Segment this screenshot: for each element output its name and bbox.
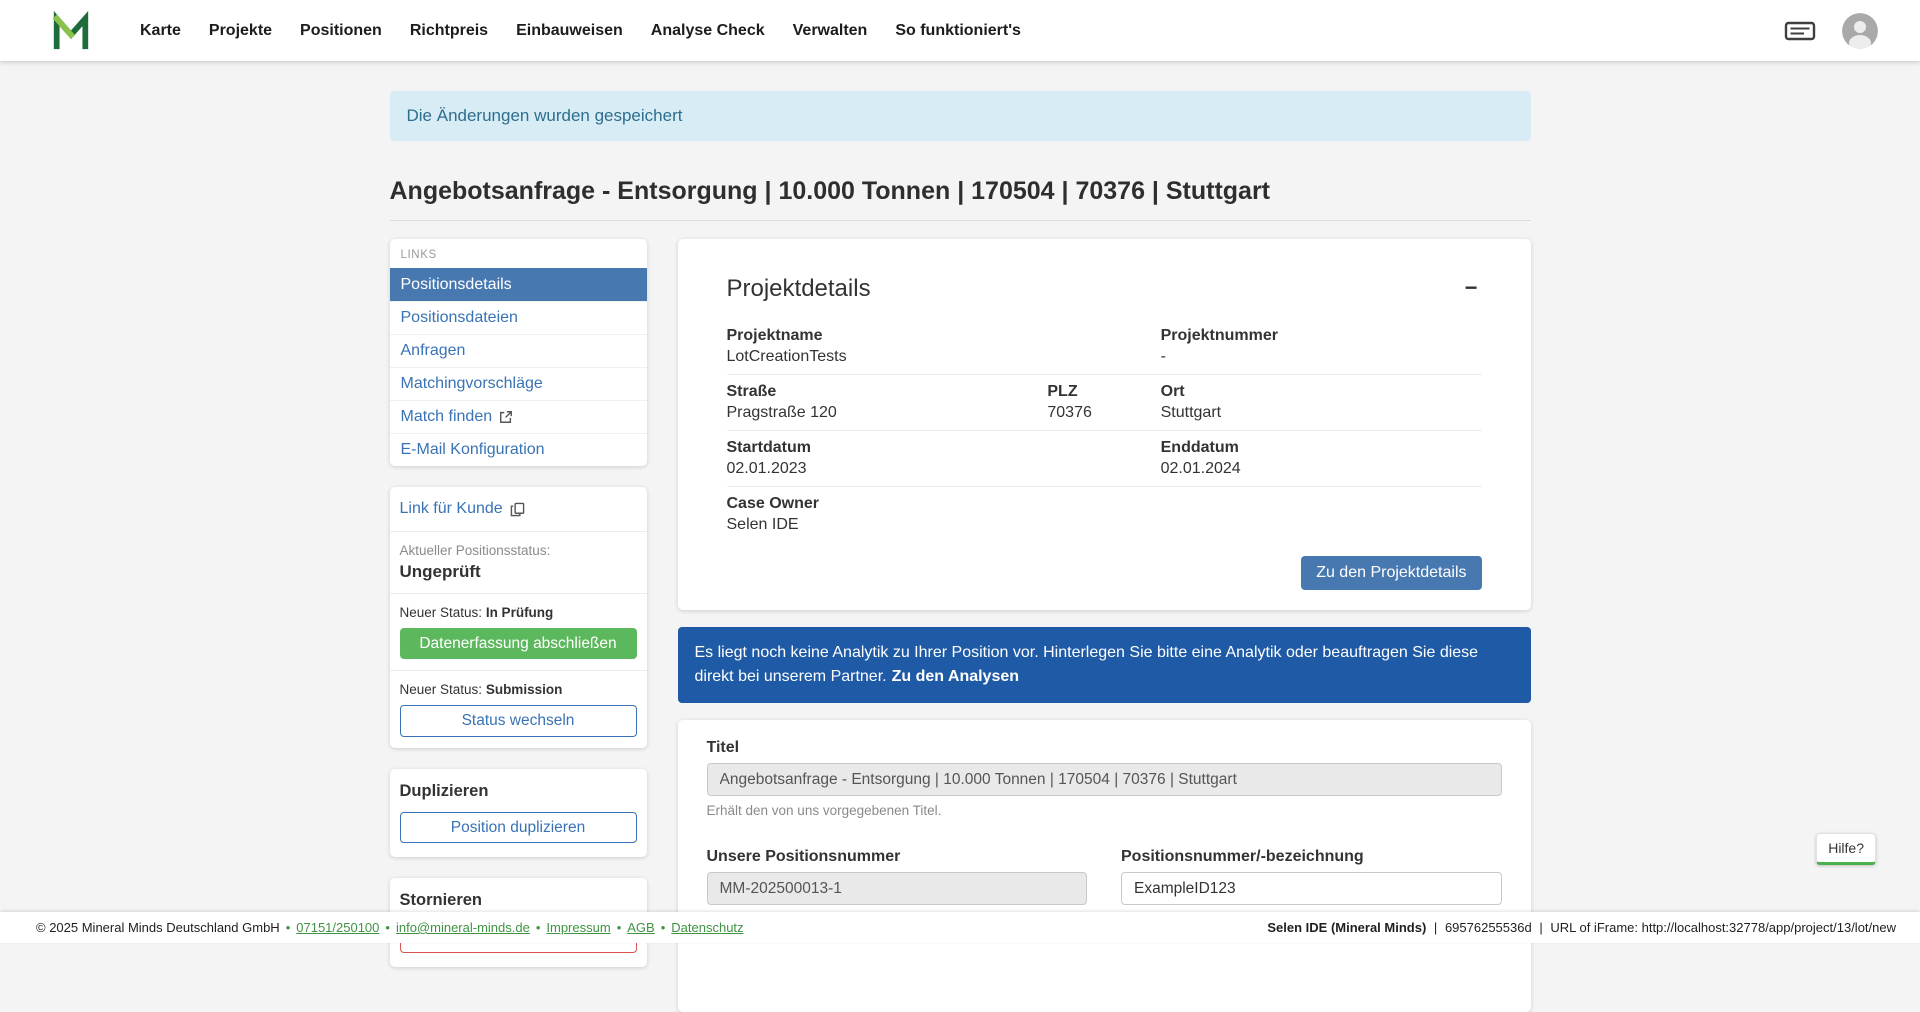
sidebar-links-card: LINKS Positionsdetails Positionsdateien … (390, 239, 647, 466)
title-help-text: Erhält den von uns vorgegebenen Titel. (707, 803, 1502, 818)
project-details-heading: Projektdetails (727, 275, 871, 303)
bullet-separator: • (661, 920, 666, 935)
project-row-2: Straße Pragstraße 120 PLZ 70376 Ort Stut… (727, 374, 1482, 430)
datenschutz-link[interactable]: Datenschutz (671, 920, 743, 935)
duplicate-position-button[interactable]: Position duplizieren (400, 812, 637, 843)
current-status-label: Aktueller Positionsstatus: (400, 543, 637, 558)
sidebar-item-label: Match finden (401, 408, 493, 426)
sidebar-item-positionsdetails[interactable]: Positionsdetails (390, 268, 647, 301)
links-heading: LINKS (390, 239, 647, 268)
field-enddatum: Enddatum 02.01.2024 (1161, 439, 1482, 478)
nav-item-einbauweisen[interactable]: Einbauweisen (502, 12, 637, 50)
email-link[interactable]: info@mineral-minds.de (396, 920, 530, 935)
go-to-project-details-button[interactable]: Zu den Projektdetails (1301, 556, 1481, 590)
position-number-label: Positionsnummer/-bezeichnung (1121, 848, 1502, 866)
sidebar-item-label: Anfragen (401, 342, 466, 360)
page-title: Angebotsanfrage - Entsorgung | 10.000 To… (390, 177, 1531, 221)
user-avatar[interactable] (1842, 13, 1878, 49)
project-details-card: Projektdetails − Projektname LotCreation… (678, 239, 1531, 610)
sidebar-item-label: Positionsdetails (401, 276, 512, 294)
project-row-1: Projektname LotCreationTests Projektnumm… (727, 319, 1482, 374)
field-case-owner: Case Owner Selen IDE (727, 495, 1482, 534)
save-success-alert: Die Änderungen wurden gespeichert (390, 91, 1531, 141)
main-nav: Karte Projekte Positionen Richtpreis Ein… (126, 12, 1035, 50)
footer-iframe-url: URL of iFrame: http://localhost:32778/ap… (1550, 920, 1896, 935)
footer-user: Selen IDE (Mineral Minds) (1267, 920, 1426, 935)
nav-item-karte[interactable]: Karte (126, 12, 195, 50)
help-button[interactable]: Hilfe? (1816, 833, 1876, 865)
nav-item-analyse-check[interactable]: Analyse Check (637, 12, 779, 50)
title-input (707, 763, 1502, 796)
footer-left: © 2025 Mineral Minds Deutschland GmbH • … (36, 920, 744, 935)
nav-item-verwalten[interactable]: Verwalten (779, 12, 882, 50)
impressum-link[interactable]: Impressum (546, 920, 610, 935)
copyright-text: © 2025 Mineral Minds Deutschland GmbH (36, 920, 280, 935)
pipe-separator: | (1539, 920, 1542, 935)
cancel-heading: Stornieren (400, 891, 637, 910)
sidebar-item-label: E-Mail Konfiguration (401, 441, 545, 459)
phone-link[interactable]: 07151/250100 (296, 920, 379, 935)
field-startdatum: Startdatum 02.01.2023 (727, 439, 1161, 478)
footer: © 2025 Mineral Minds Deutschland GmbH • … (0, 912, 1920, 943)
copy-icon[interactable] (510, 502, 525, 517)
pipe-separator: | (1434, 920, 1437, 935)
title-field-label: Titel (707, 739, 1502, 757)
bullet-separator: • (617, 920, 622, 935)
external-link-icon (499, 410, 513, 424)
main-content: Projektdetails − Projektname LotCreation… (678, 239, 1531, 1012)
field-projektnummer: Projektnummer - (1161, 327, 1482, 366)
field-strasse: Straße Pragstraße 120 (727, 383, 1048, 422)
go-to-analyses-link[interactable]: Zu den Analysen (892, 668, 1019, 685)
sidebar-item-anfragen[interactable]: Anfragen (390, 334, 647, 367)
nav-item-projekte[interactable]: Projekte (195, 12, 286, 50)
duplicate-heading: Duplizieren (400, 782, 637, 801)
nav-item-so-funktionierts[interactable]: So funktioniert's (881, 12, 1035, 50)
our-position-number-input (707, 872, 1088, 905)
sidebar-item-email-konfiguration[interactable]: E-Mail Konfiguration (390, 433, 647, 466)
analytics-banner-text: Es liegt noch keine Analytik zu Ihrer Po… (695, 644, 1479, 685)
field-plz: PLZ 70376 (1047, 383, 1160, 422)
agb-link[interactable]: AGB (627, 920, 654, 935)
current-status-value: Ungeprüft (400, 562, 637, 582)
server-icon[interactable] (1784, 18, 1816, 44)
next-status-pruefung: Neuer Status: In Prüfung (400, 605, 637, 620)
status-card: Link für Kunde Aktueller Positionsstatus… (390, 487, 647, 748)
duplicate-card: Duplizieren Position duplizieren (390, 769, 647, 857)
customer-link-label: Link für Kunde (400, 500, 503, 518)
sidebar-item-label: Matchingvorschläge (401, 375, 543, 393)
navbar-right (1784, 13, 1878, 49)
sidebar-item-positionsdateien[interactable]: Positionsdateien (390, 301, 647, 334)
position-form-card: Titel Erhält den von uns vorgegebenen Ti… (678, 720, 1531, 1012)
nav-item-richtpreis[interactable]: Richtpreis (396, 12, 502, 50)
sidebar-item-label: Positionsdateien (401, 309, 518, 327)
nav-item-positionen[interactable]: Positionen (286, 12, 396, 50)
footer-session-id: 69576255536d (1445, 920, 1532, 935)
field-ort: Ort Stuttgart (1161, 383, 1482, 422)
bullet-separator: • (536, 920, 541, 935)
mineral-minds-logo-icon[interactable] (50, 10, 92, 52)
collapse-icon[interactable]: − (1461, 275, 1482, 301)
our-position-number-label: Unsere Positionsnummer (707, 848, 1088, 866)
project-row-3: Startdatum 02.01.2023 Enddatum 02.01.202… (727, 430, 1482, 486)
complete-data-entry-button[interactable]: Datenerfassung abschließen (400, 628, 637, 659)
customer-link[interactable]: Link für Kunde (400, 500, 525, 518)
project-row-4: Case Owner Selen IDE (727, 486, 1482, 542)
switch-status-button[interactable]: Status wechseln (400, 705, 637, 736)
sidebar: LINKS Positionsdetails Positionsdateien … (390, 239, 647, 967)
bullet-separator: • (286, 920, 291, 935)
field-projektname: Projektname LotCreationTests (727, 327, 1161, 366)
next-status-submission: Neuer Status: Submission (400, 682, 637, 697)
position-number-input[interactable] (1121, 872, 1502, 905)
analytics-banner: Es liegt noch keine Analytik zu Ihrer Po… (678, 627, 1531, 703)
sidebar-item-match-finden[interactable]: Match finden (390, 400, 647, 433)
sidebar-item-matchingvorschlaege[interactable]: Matchingvorschläge (390, 367, 647, 400)
top-navbar: Karte Projekte Positionen Richtpreis Ein… (0, 0, 1920, 61)
footer-session-info: Selen IDE (Mineral Minds) | 69576255536d… (1267, 920, 1896, 935)
bullet-separator: • (385, 920, 390, 935)
